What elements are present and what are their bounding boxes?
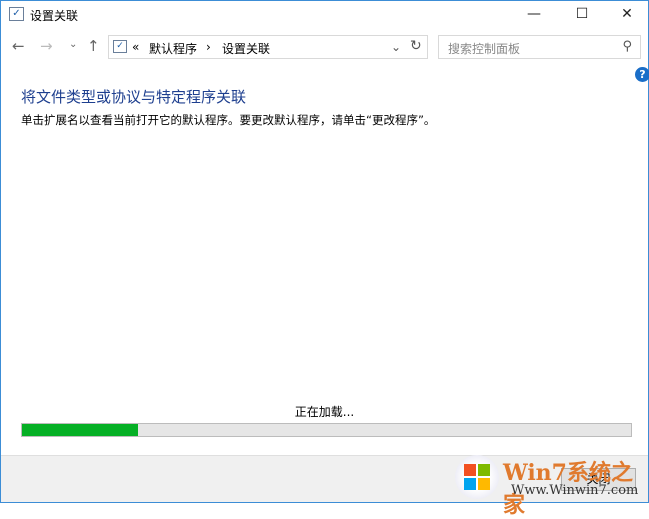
recent-locations-icon[interactable]: ⌄ [69, 39, 77, 50]
search-icon[interactable]: ⚲ [622, 39, 632, 54]
address-bar[interactable]: ✓ « 默认程序 › 设置关联 ⌄ ↻ [108, 35, 428, 59]
progress-fill [22, 424, 138, 436]
address-dropdown-icon[interactable]: ⌄ [391, 40, 401, 54]
breadcrumb-set-associations[interactable]: 设置关联 [222, 40, 270, 57]
progress-bar [21, 423, 632, 437]
breadcrumb-overflow[interactable]: « [132, 40, 139, 54]
up-icon[interactable]: ↑ [87, 37, 100, 55]
title-bar: ✓ 设置关联 — ☐ ✕ [1, 1, 648, 29]
footer: 关闭 [1, 455, 648, 502]
search-placeholder: 搜索控制面板 [448, 42, 521, 56]
window: ✓ 设置关联 — ☐ ✕ ← → ⌄ ↑ ✓ « 默认程序 › 设置关联 ⌄ ↻… [0, 0, 649, 503]
search-input[interactable]: 搜索控制面板 ⚲ [438, 35, 641, 59]
close-window-button[interactable]: ✕ [604, 1, 649, 29]
loading-text: 正在加载... [294, 405, 355, 419]
window-title: 设置关联 [30, 9, 79, 23]
refresh-icon[interactable]: ↻ [410, 38, 422, 54]
breadcrumb-separator[interactable]: › [206, 40, 211, 54]
forward-icon[interactable]: → [40, 37, 53, 55]
close-button[interactable]: 关闭 [561, 468, 636, 491]
page-description: 单击扩展名以查看当前打开它的默认程序。要更改默认程序，请单击“更改程序”。 [21, 113, 436, 127]
app-icon: ✓ [9, 7, 24, 21]
control-panel-icon: ✓ [113, 40, 127, 53]
back-icon[interactable]: ← [12, 37, 25, 55]
maximize-button[interactable]: ☐ [559, 1, 605, 29]
help-icon[interactable]: ? [635, 67, 649, 82]
minimize-button[interactable]: — [511, 1, 557, 29]
breadcrumb-default-programs[interactable]: 默认程序 [149, 40, 197, 57]
navigation-bar: ← → ⌄ ↑ ✓ « 默认程序 › 设置关联 ⌄ ↻ 搜索控制面板 ⚲ [1, 35, 648, 59]
page-title: 将文件类型或协议与特定程序关联 [21, 88, 247, 106]
